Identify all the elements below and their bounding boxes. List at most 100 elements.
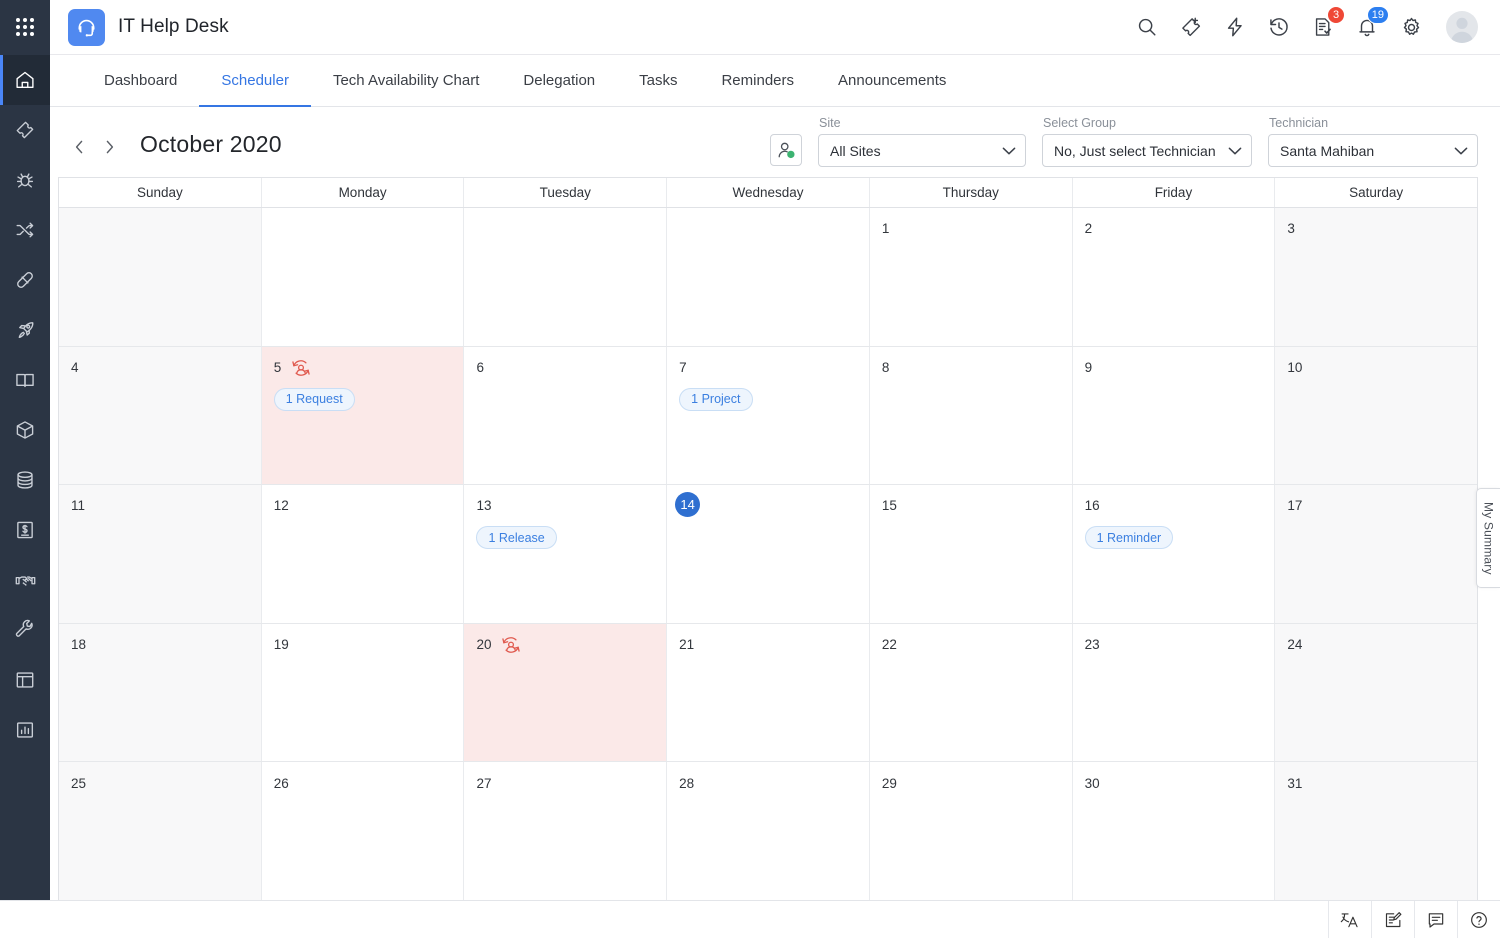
quick-actions-icon[interactable] [1222, 14, 1248, 40]
calendar-event-chip[interactable]: 1 Release [476, 526, 557, 550]
calendar-day-cell[interactable]: 22 [869, 623, 1073, 762]
tab-tech-availability-chart[interactable]: Tech Availability Chart [311, 55, 501, 106]
app-grid-icon[interactable] [0, 0, 50, 55]
calendar-day-header: 6 [476, 357, 654, 379]
tab-announcements[interactable]: Announcements [816, 55, 968, 106]
calendar-day-cell[interactable]: 4 [59, 346, 262, 485]
calendar-day-cell[interactable]: 29 [869, 762, 1073, 900]
calendar-day-cell[interactable]: 24 [1275, 623, 1478, 762]
calendar-event-chip[interactable]: 1 Request [273, 387, 355, 411]
technician-status-icon[interactable] [770, 134, 802, 166]
calendar-day-number: 15 [881, 498, 897, 514]
calendar-day-number: 25 [71, 775, 87, 791]
calendar-day-cell[interactable]: 31 [1275, 762, 1478, 900]
on-leave-icon[interactable] [500, 634, 522, 656]
calendar-day-cell[interactable]: 5 1 Request [261, 346, 465, 485]
calendar-day-cell[interactable]: 27 [464, 762, 668, 900]
weekday-thursday: Thursday [870, 178, 1073, 207]
calendar-day-cell[interactable]: 10 [1275, 346, 1478, 485]
calendar-day-empty[interactable] [59, 208, 262, 346]
notifications-bell-icon[interactable]: 19 [1354, 6, 1389, 40]
sidebar-item-assets[interactable] [0, 405, 50, 455]
tab-scheduler[interactable]: Scheduler [199, 55, 311, 107]
calendar-day-cell[interactable]: 30 [1072, 762, 1276, 900]
approvals-icon[interactable]: 3 [1310, 6, 1345, 40]
calendar-day-empty[interactable] [667, 208, 870, 346]
calendar-day-number: 28 [679, 775, 695, 791]
brand[interactable]: IT Help Desk [50, 8, 229, 46]
calendar-day-cell[interactable]: 6 [464, 346, 668, 485]
sidebar-item-purchase[interactable] [0, 505, 50, 555]
calendar-week-row: 25 26 27 28 29 30 31 [59, 762, 1478, 900]
sidebar-item-problems[interactable] [0, 155, 50, 205]
calendar-day-cell[interactable]: 11 [59, 485, 262, 623]
calendar-day-empty[interactable] [464, 208, 668, 346]
calendar-day-cell[interactable]: 8 [869, 346, 1073, 485]
calendar-day-cell[interactable]: 1 [869, 208, 1073, 346]
calendar-day-cell[interactable]: 2 [1072, 208, 1276, 346]
calendar-day-cell[interactable]: 19 [261, 623, 465, 762]
tab-delegation[interactable]: Delegation [501, 55, 617, 106]
headset-icon [68, 8, 105, 46]
calendar-day-cell[interactable]: 26 [261, 762, 465, 900]
calendar-day-cell[interactable]: 25 [59, 762, 262, 900]
calendar-day-cell[interactable]: 17 [1275, 485, 1478, 623]
calendar-event-chip[interactable]: 1 Reminder [1084, 526, 1174, 550]
calendar-event-chip[interactable]: 1 Project [679, 387, 753, 411]
history-icon[interactable] [1266, 14, 1292, 40]
calendar-day-cell[interactable]: 9 [1072, 346, 1276, 485]
help-icon[interactable] [1457, 901, 1500, 938]
on-leave-icon[interactable] [290, 357, 312, 379]
sidebar-item-reports[interactable] [0, 705, 50, 755]
calendar-day-cell[interactable]: 15 [869, 485, 1073, 623]
sidebar-item-requests[interactable] [0, 105, 50, 155]
calendar-day-empty[interactable] [261, 208, 465, 346]
sidebar-item-cmdb[interactable] [0, 455, 50, 505]
technician-select[interactable]: Santa Mahiban [1268, 134, 1478, 167]
sidebar-item-incidents[interactable] [0, 255, 50, 305]
calendar-day-cell[interactable]: 16 1 Reminder [1072, 485, 1276, 623]
calendar-day-number: 23 [1084, 637, 1100, 653]
add-ticket-icon[interactable] [1178, 14, 1204, 40]
top-bar: IT Help Desk 3 19 [0, 0, 1500, 55]
chevron-left-icon[interactable] [66, 134, 92, 160]
calendar-day-cell[interactable]: 12 [261, 485, 465, 623]
settings-gear-icon[interactable] [1398, 14, 1424, 40]
search-icon[interactable] [1134, 14, 1160, 40]
calendar-day-cell[interactable]: 28 [667, 762, 870, 900]
ticket-icon [16, 121, 34, 139]
calendar-day-header: 20 [476, 634, 654, 656]
sidebar-item-contracts[interactable] [0, 555, 50, 605]
my-summary-tab[interactable]: My Summary [1476, 488, 1500, 588]
calendar-day-cell[interactable]: 13 1 Release [464, 485, 668, 623]
calendar-day-cell[interactable]: 21 [667, 623, 870, 762]
calendar-day-cell[interactable]: 18 [59, 623, 262, 762]
user-avatar[interactable] [1446, 11, 1478, 43]
sidebar-item-home[interactable] [0, 55, 50, 105]
sidebar-item-changes[interactable] [0, 205, 50, 255]
chat-icon[interactable] [1414, 901, 1457, 938]
calendar-day-header: 16 [1085, 495, 1263, 517]
tab-reminders[interactable]: Reminders [699, 55, 816, 106]
calendar-day-header: 1 [882, 218, 1060, 240]
sidebar-item-setup[interactable] [0, 605, 50, 655]
chevron-right-icon[interactable] [96, 134, 122, 160]
calendar-day-header [274, 218, 452, 240]
calendar-day-cell[interactable]: 3 [1275, 208, 1478, 346]
notes-edit-icon[interactable] [1371, 901, 1414, 938]
calendar-weekday-header: Sunday Monday Tuesday Wednesday Thursday… [59, 178, 1477, 208]
tab-tasks[interactable]: Tasks [617, 55, 699, 106]
sidebar-item-solutions[interactable] [0, 355, 50, 405]
tab-dashboard[interactable]: Dashboard [82, 55, 199, 106]
site-select[interactable]: All Sites [818, 134, 1026, 167]
shuffle-icon [16, 222, 34, 238]
group-select[interactable]: No, Just select Technician [1042, 134, 1252, 167]
calendar-day-cell[interactable]: 14 [667, 485, 870, 623]
sidebar-item-releases[interactable] [0, 305, 50, 355]
calendar-day-cell[interactable]: 20 [464, 623, 668, 762]
sidebar-item-dashboards[interactable] [0, 655, 50, 705]
weekday-wednesday: Wednesday [667, 178, 870, 207]
calendar-day-cell[interactable]: 23 [1072, 623, 1276, 762]
calendar-day-cell[interactable]: 7 1 Project [667, 346, 870, 485]
language-icon[interactable] [1328, 901, 1371, 938]
